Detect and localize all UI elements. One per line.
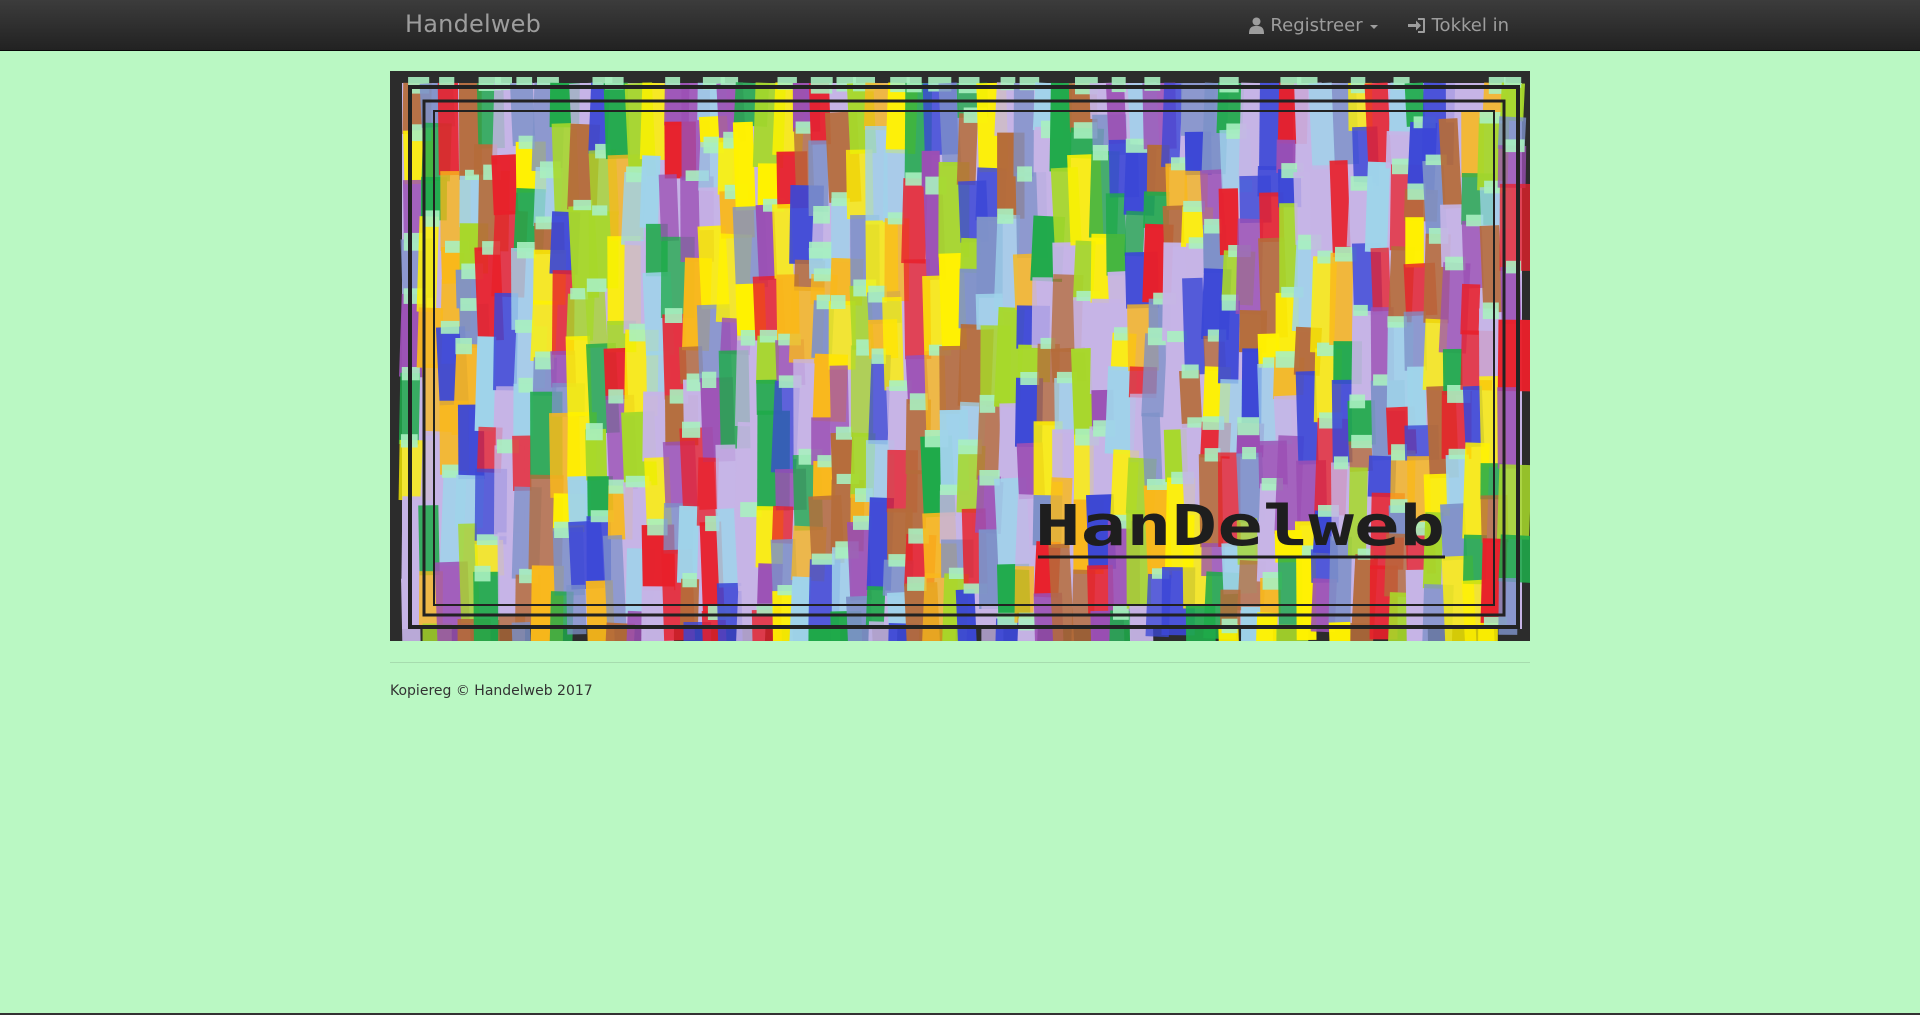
navbar: Handelweb Registreer Tokkel in: [0, 0, 1920, 51]
register-dropdown[interactable]: Registreer: [1234, 15, 1392, 36]
navbar-right: Registreer Tokkel in: [1234, 0, 1524, 51]
sign-in-icon: [1407, 18, 1425, 33]
user-icon: [1249, 17, 1265, 34]
footer-copyright: Kopiereg © Handelweb 2017: [390, 683, 593, 699]
caret-down-icon: [1369, 24, 1378, 29]
footer-divider: [390, 662, 1530, 663]
login-label: Tokkel in: [1431, 15, 1509, 36]
login-link[interactable]: Tokkel in: [1393, 15, 1524, 36]
register-label: Registreer: [1270, 15, 1363, 36]
banner-logo-text: HanDelweb: [1035, 494, 1445, 559]
brand-link[interactable]: Handelweb: [405, 10, 541, 38]
banner-image: HanDelweb: [390, 71, 1530, 641]
banner-art: HanDelweb: [398, 77, 1530, 641]
